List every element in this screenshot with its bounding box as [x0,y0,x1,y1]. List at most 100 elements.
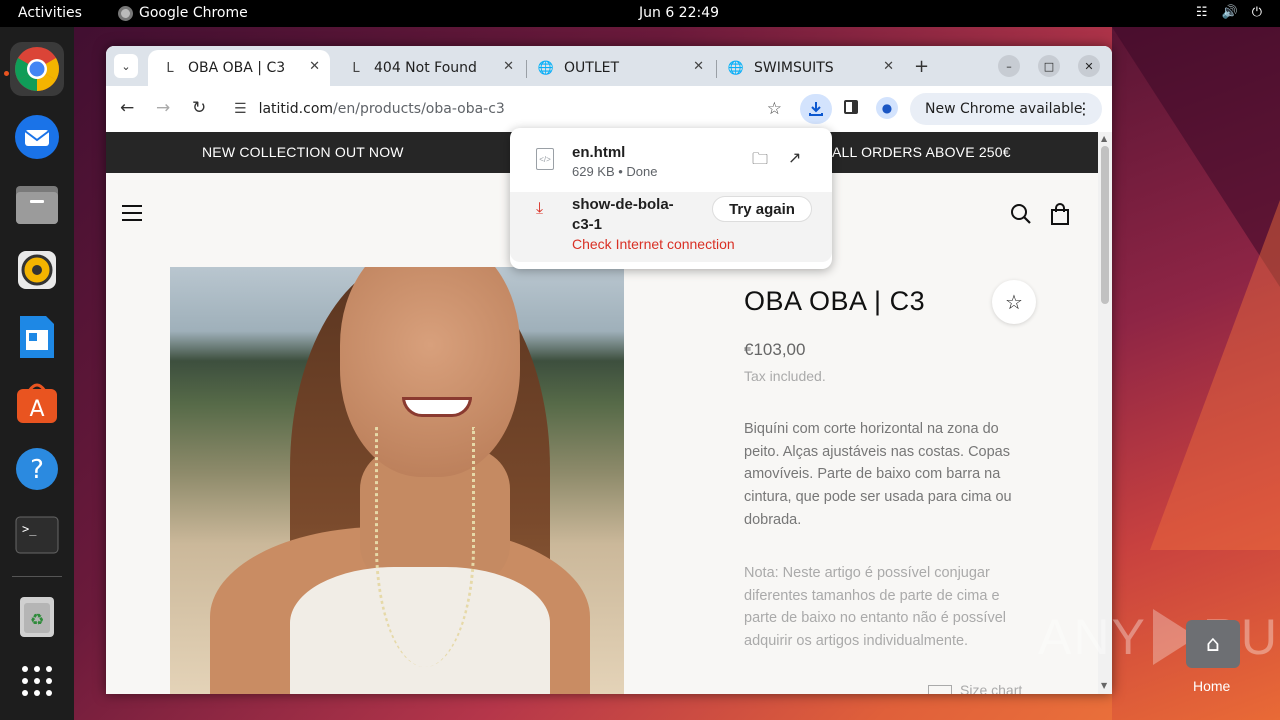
photo-smile [402,397,472,417]
volume-icon: 🔊 [1221,5,1238,20]
download-status: 629 KB • Done [572,164,658,179]
product-title: OBA OBA | C3 [744,286,926,316]
tab-swimsuits[interactable]: 🌐 SWIMSUITS ✕ [714,50,904,86]
ruler-icon [928,685,952,694]
dock-trash[interactable]: ♻ [10,590,64,644]
system-tray[interactable]: ☷ 🔊 ⏻ [1196,5,1262,20]
files-icon [16,186,58,224]
banner-text-left[interactable]: NEW COLLECTION OUT NOW [202,144,404,160]
close-icon[interactable]: ✕ [883,59,894,74]
close-icon[interactable]: ✕ [503,59,514,74]
download-filename: show-de-bola- [572,196,674,213]
chrome-small-icon [118,5,133,21]
svg-text:?: ? [30,455,44,485]
writer-icon [20,316,54,358]
folder-icon[interactable]: 🗀 [752,148,768,175]
side-panel-icon[interactable] [844,100,858,114]
product-photo[interactable] [170,267,624,694]
clock[interactable]: Jun 6 22:49 [639,5,719,21]
latitid-favicon-icon: L [166,60,174,76]
download-error-icon: ⤓ [536,200,544,217]
tax-note: Tax included. [744,368,826,384]
scrollbar-thumb[interactable] [1101,146,1109,304]
maximize-button[interactable]: □ [1038,55,1060,77]
dock-rhythmbox[interactable] [10,243,64,297]
url-host: latitid.com [258,101,334,117]
hamburger-menu-icon[interactable] [122,205,142,221]
tab-oba-oba[interactable]: L OBA OBA | C3 ✕ [148,50,330,86]
download-item[interactable]: </> en.html 629 KB • Done 🗀 ↗ [510,136,832,188]
new-tab-button[interactable]: + [914,56,929,77]
product-description: Biquíni com corte horizontal na zona do … [744,421,1012,528]
tab-search-button[interactable]: ⌄ [114,54,138,78]
scroll-down-icon[interactable]: ▼ [1101,681,1107,690]
downloads-button[interactable] [800,94,832,124]
dock-app-center[interactable]: A [10,376,64,430]
app-grid-icon [22,666,52,696]
more-menu-icon[interactable]: ⋮ [1076,99,1092,118]
dock-chrome[interactable] [10,42,64,96]
close-icon: ✕ [1084,59,1094,73]
dock: A ? >_ ♻ [0,27,74,720]
site-info-icon[interactable]: ☰ [234,101,247,117]
globe-icon: 🌐 [727,60,745,76]
try-again-button[interactable]: Try again [712,196,812,222]
download-error-text: Check Internet connection [572,236,735,252]
minimize-button[interactable]: – [998,55,1020,77]
close-icon[interactable]: ✕ [693,59,704,74]
size-chart-link[interactable]: Size chart [928,682,1022,694]
globe-icon: 🌐 [537,60,555,76]
maximize-icon: □ [1043,59,1055,73]
system-top-bar: Activities Google Chrome Jun 6 22:49 ☷ 🔊… [0,0,1280,27]
app-menu[interactable]: Google Chrome [118,5,248,21]
dock-app-grid[interactable] [10,654,64,708]
home-folder-icon[interactable]: ⌂ [1186,620,1240,668]
activities-button[interactable]: Activities [18,5,82,21]
anyrun-watermark: ANY RUN [1038,608,1280,666]
close-window-button[interactable]: ✕ [1078,55,1100,77]
update-label: New Chrome available [925,101,1083,117]
chrome-icon [15,47,59,91]
dock-terminal[interactable]: >_ [10,508,64,562]
network-icon: ☷ [1195,5,1208,20]
back-button[interactable]: ← [120,98,134,118]
tab-404[interactable]: L 404 Not Found ✕ [334,50,524,86]
dock-thunderbird[interactable] [10,110,64,164]
address-bar[interactable]: ☰ latitid.com/en/products/oba-oba-c3 ☆ [224,93,790,125]
update-chrome-button[interactable]: New Chrome available ⋮ [910,93,1102,125]
product-price: €103,00 [744,340,806,359]
close-icon[interactable]: ✕ [309,59,320,74]
running-indicator [4,71,9,76]
tab-label: OUTLET [564,60,620,76]
dock-files[interactable] [10,177,64,231]
forward-button[interactable]: → [156,98,170,118]
dock-writer[interactable] [10,310,64,364]
terminal-icon: >_ [15,516,59,554]
download-filename-cont: c3-1 [572,216,603,233]
scroll-up-icon[interactable]: ▲ [1101,134,1107,143]
tab-outlet[interactable]: 🌐 OUTLET ✕ [524,50,714,86]
reload-button[interactable]: ↻ [192,98,206,118]
minimize-icon: – [1006,59,1012,73]
power-icon: ⏻ [1251,5,1262,20]
home-label[interactable]: Home [1193,678,1230,694]
wallpaper-shape [1150,200,1280,550]
wishlist-button[interactable]: ☆ [992,280,1036,324]
tab-strip: ⌄ L OBA OBA | C3 ✕ L 404 Not Found ✕ 🌐 O… [106,46,1112,86]
bookmark-star-icon[interactable]: ☆ [767,99,782,119]
download-item-failed[interactable]: ⤓ show-de-bola- c3-1 Check Internet conn… [510,192,832,262]
dock-help[interactable]: ? [10,442,64,496]
trash-icon: ♻ [20,597,54,637]
browser-toolbar: ← → ↻ ☰ latitid.com/en/products/oba-oba-… [106,86,1112,132]
app-center-icon: A [17,383,57,423]
open-external-icon[interactable]: ↗ [788,148,801,168]
star-icon: ☆ [1005,291,1023,314]
dock-separator [12,576,62,577]
tab-label: OBA OBA | C3 [188,60,286,76]
profile-avatar-icon[interactable]: ● [876,97,898,119]
chevron-down-icon: ⌄ [121,59,131,73]
download-filename: en.html [572,144,626,161]
rhythmbox-icon [18,251,56,289]
watermark-left: ANY [1038,609,1147,665]
svg-text:A: A [29,397,44,422]
